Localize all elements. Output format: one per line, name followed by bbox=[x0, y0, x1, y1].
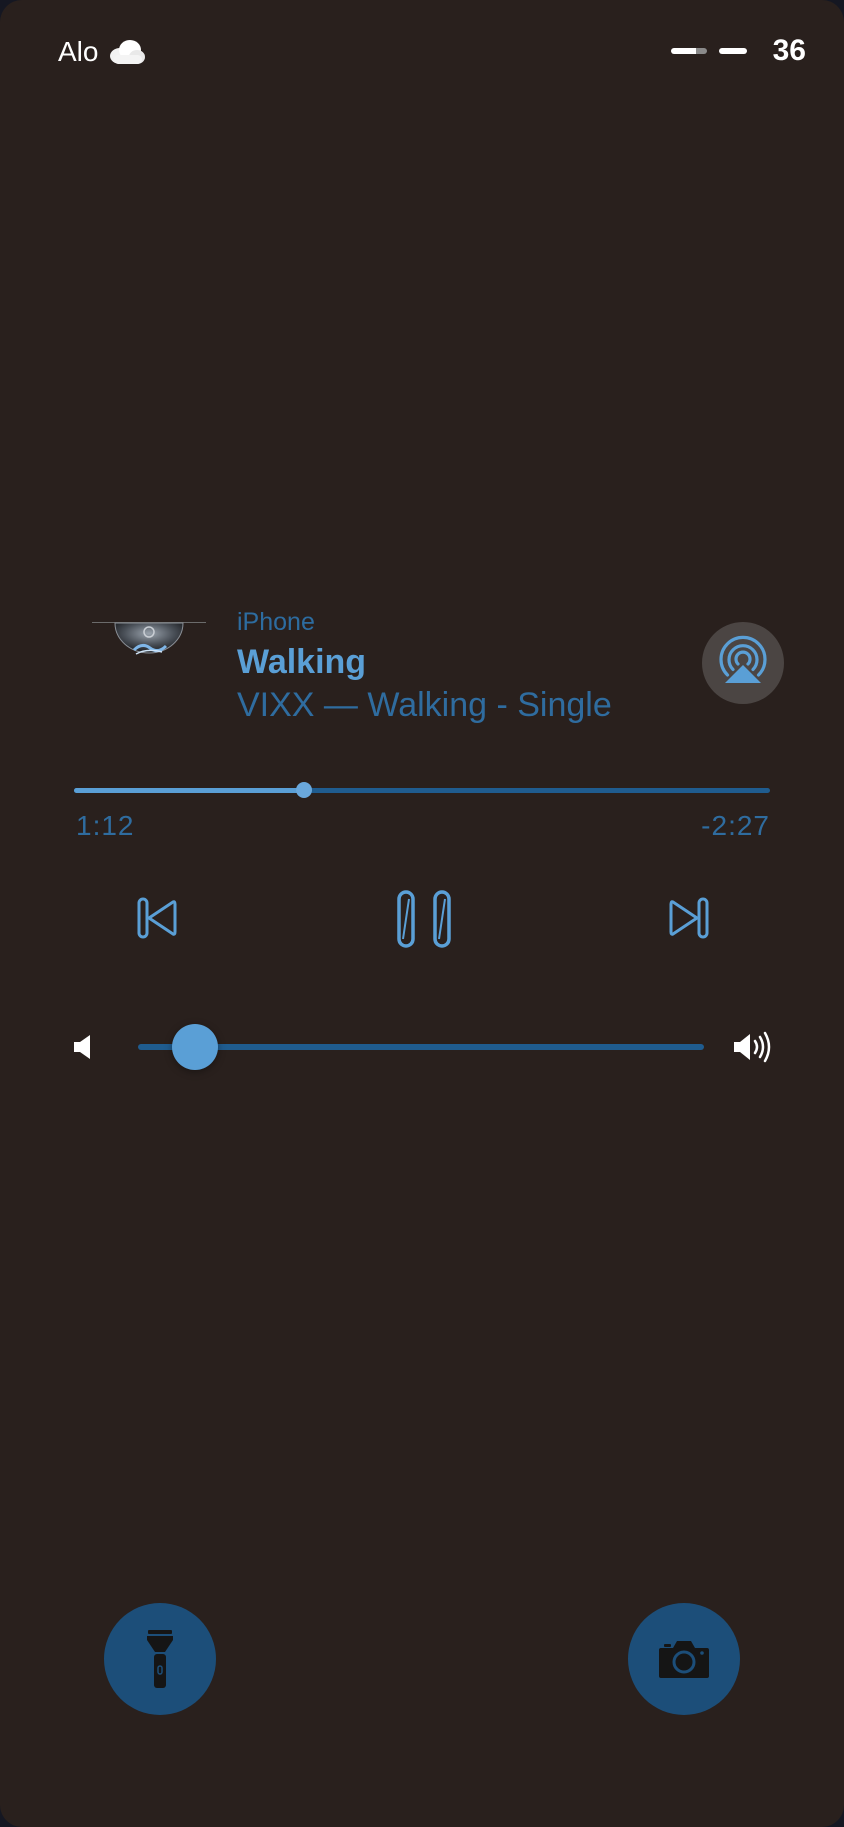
next-track-button[interactable] bbox=[662, 890, 716, 946]
flashlight-button[interactable] bbox=[104, 1603, 216, 1715]
next-track-icon bbox=[669, 897, 709, 939]
previous-track-icon bbox=[137, 897, 177, 939]
battery-percent: 36 bbox=[772, 34, 806, 67]
camera-button[interactable] bbox=[628, 1603, 740, 1715]
carrier-label: Alo bbox=[58, 36, 99, 67]
camera-icon bbox=[659, 1641, 709, 1678]
status-bar-left: Alo bbox=[58, 36, 146, 68]
playback-scrubber[interactable] bbox=[74, 782, 770, 798]
song-title: Walking bbox=[237, 643, 367, 681]
pause-icon bbox=[397, 890, 451, 948]
elapsed-time: 1:12 bbox=[76, 810, 135, 841]
cloud-icon bbox=[110, 40, 146, 64]
scrubber-knob[interactable] bbox=[295, 782, 312, 798]
flashlight-icon bbox=[147, 1630, 173, 1688]
status-bar-right: 36 bbox=[670, 34, 806, 68]
playback-source: iPhone bbox=[237, 608, 315, 636]
lock-screen: Alo 36 iPhone Walking VIXX — Walking - S… bbox=[0, 0, 844, 1827]
airplay-button[interactable] bbox=[702, 622, 784, 704]
volume-slider[interactable] bbox=[138, 1024, 704, 1070]
scrubber-progress bbox=[74, 788, 304, 793]
pause-button[interactable] bbox=[390, 884, 458, 954]
volume-knob[interactable] bbox=[171, 1024, 218, 1070]
volume-high-icon bbox=[734, 1031, 771, 1063]
album-art[interactable] bbox=[92, 622, 206, 672]
previous-track-button[interactable] bbox=[130, 890, 184, 946]
song-artist-album: VIXX — Walking - Single bbox=[237, 686, 612, 724]
signal-bars-icon bbox=[670, 48, 747, 54]
airplay-icon bbox=[719, 635, 767, 683]
remaining-time: -2:27 bbox=[701, 810, 770, 841]
volume-low-icon bbox=[74, 1035, 90, 1059]
